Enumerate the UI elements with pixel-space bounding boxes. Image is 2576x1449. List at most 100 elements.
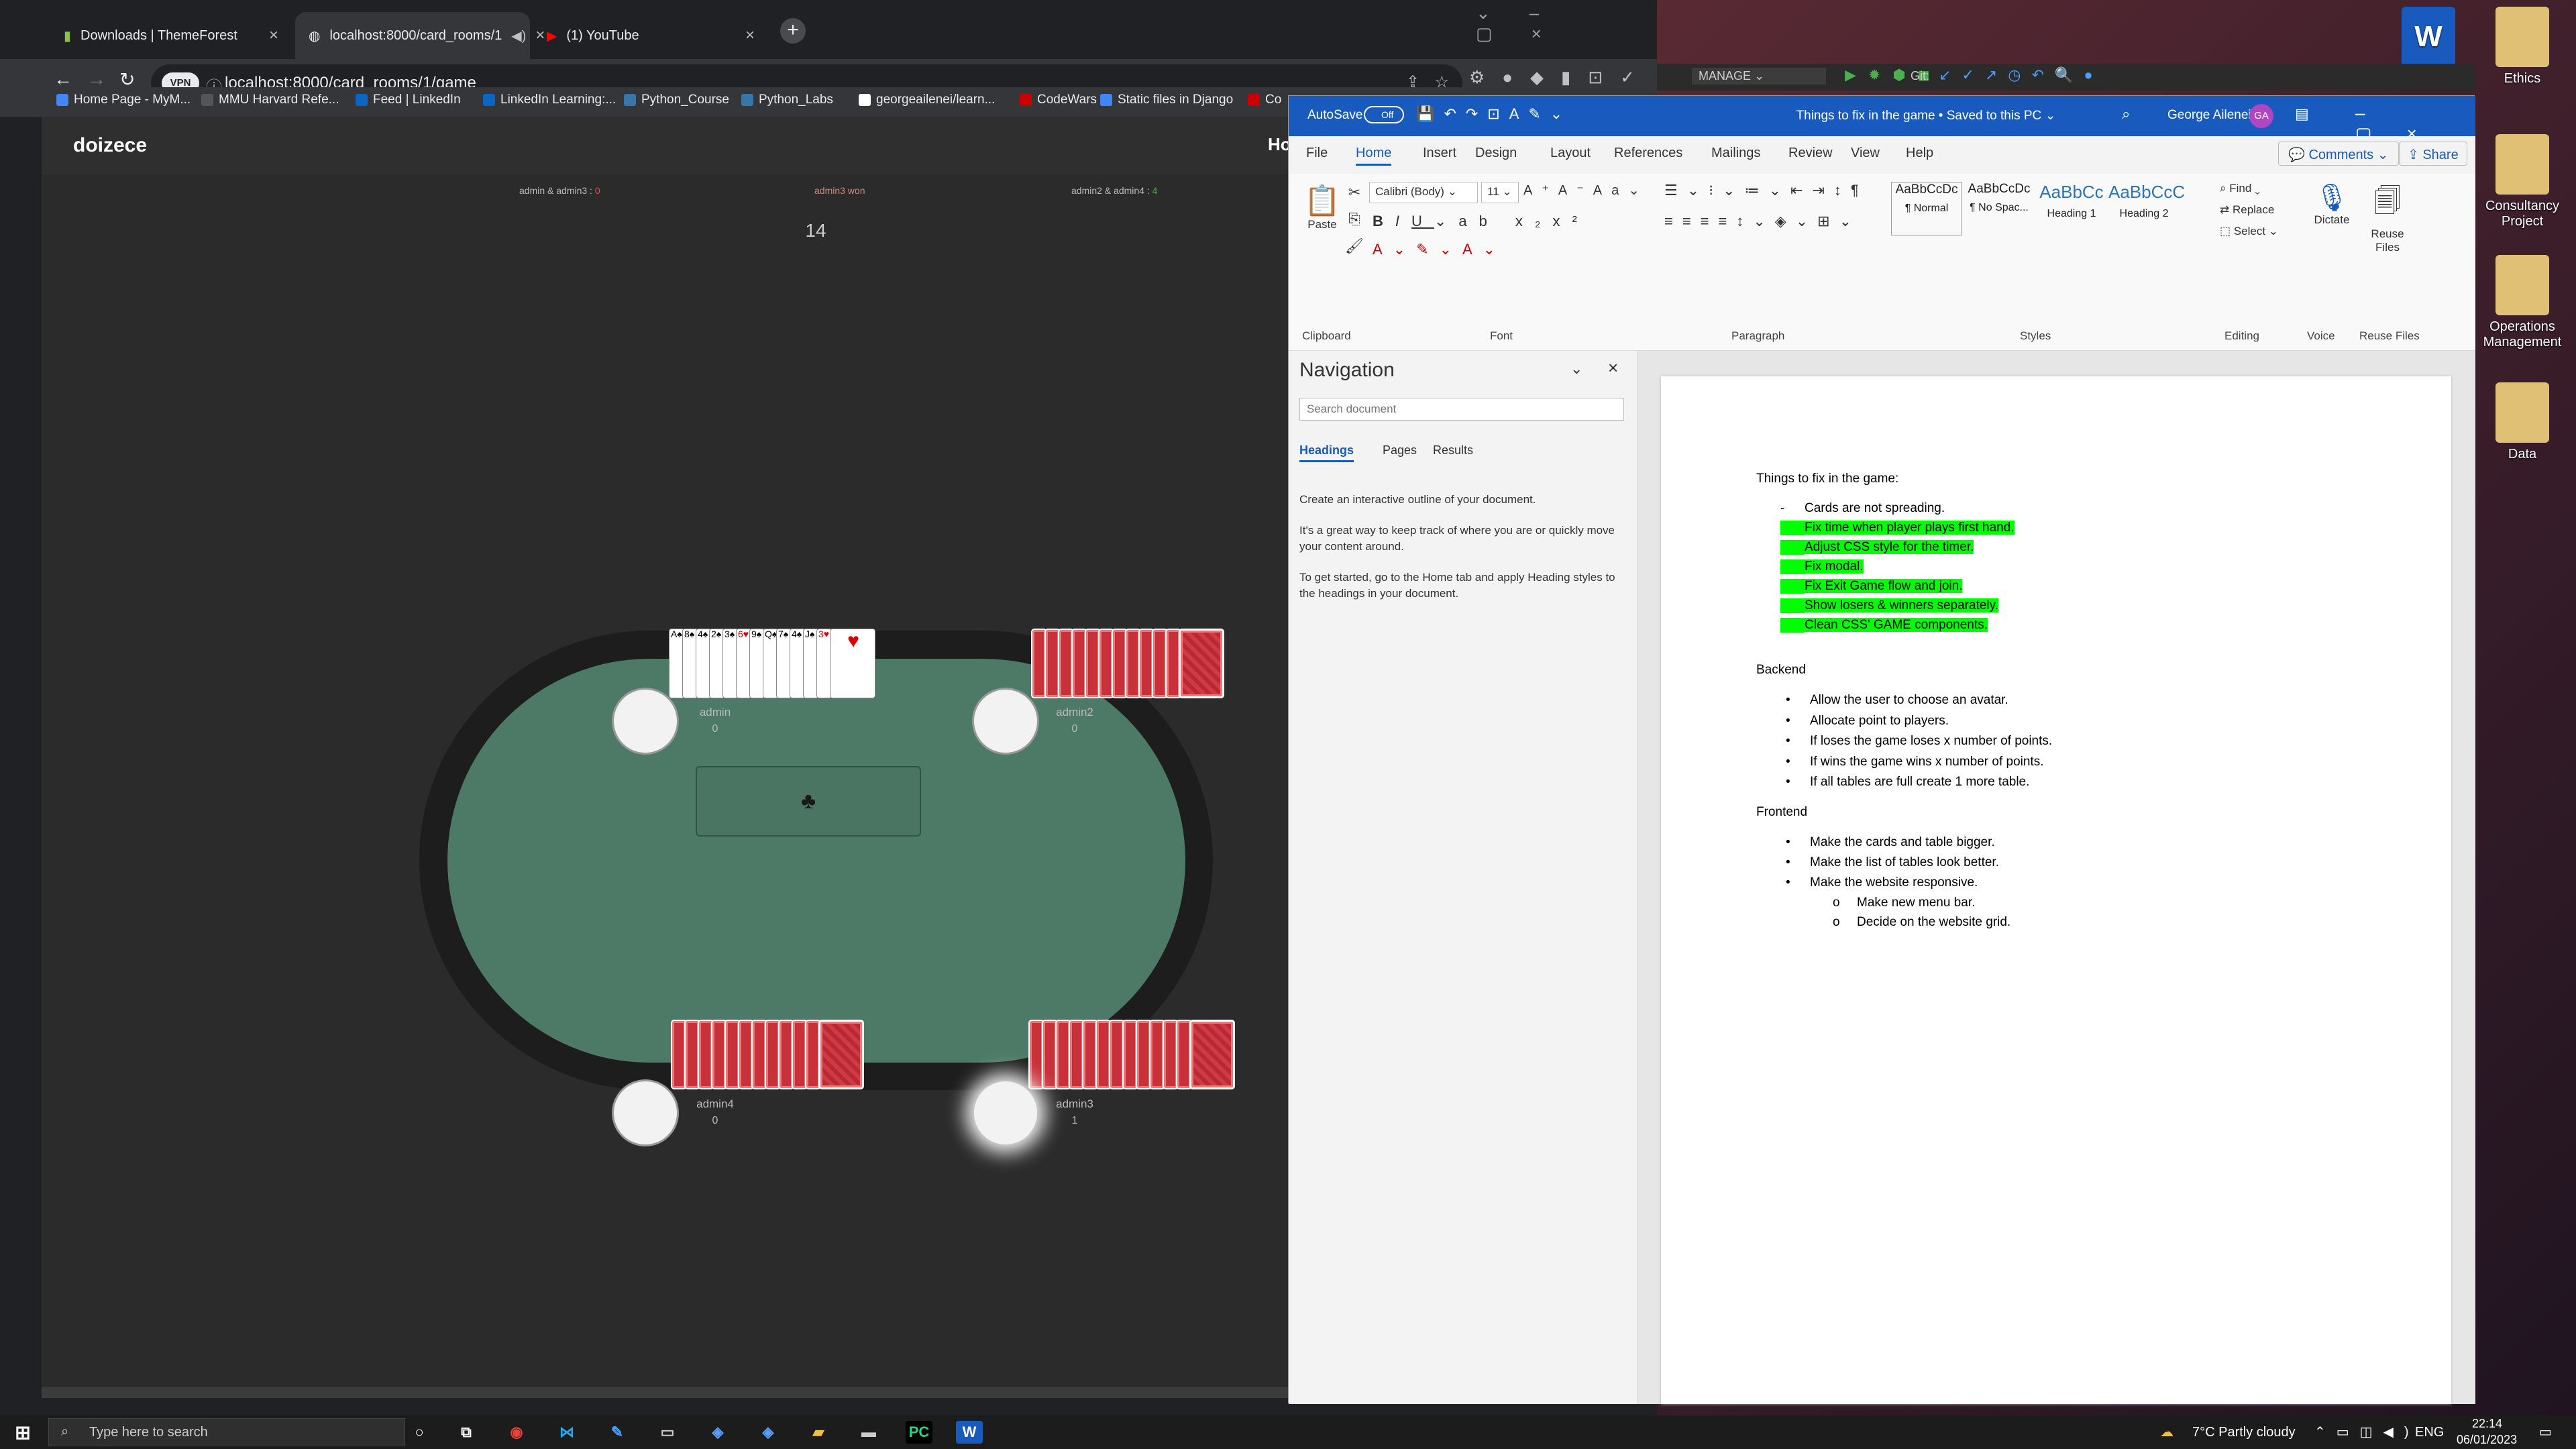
bookmark-item[interactable]: Python_Course [624, 93, 729, 107]
bookmark-item[interactable]: Home Page - MyM... [56, 93, 191, 107]
tab-game[interactable]: ◍ localhost:8000/card_rooms/1 ◀) × [295, 12, 545, 59]
close-icon[interactable]: × [269, 26, 278, 45]
font-size-buttons[interactable]: A⁺A⁻Aa⌄ [1523, 182, 1649, 199]
clock-time[interactable]: 22:14 [2472, 1417, 2502, 1431]
cortana-icon[interactable]: ○ [406, 1421, 433, 1444]
dictate-button[interactable]: 🎙 Dictate [2308, 182, 2355, 227]
nav-tab-results[interactable]: Results [1433, 443, 1473, 458]
share-button[interactable]: ⇪ Share [2399, 142, 2467, 166]
desktop-icon[interactable]: Operations Management [2472, 255, 2573, 350]
select-button[interactable]: ⬚ Select ⌄ [2220, 225, 2278, 238]
font-size-select[interactable]: 11 ⌄ [1481, 182, 1519, 203]
nav-close-icon[interactable]: × [1608, 358, 1618, 378]
nav-tab-pages[interactable]: Pages [1383, 443, 1417, 458]
align-buttons[interactable]: ≡≡≡≡↕⌄◈⌄⊞⌄ [1664, 213, 1861, 230]
comments-button[interactable]: 💬 Comments ⌄ [2278, 142, 2399, 166]
extension-icons[interactable]: ⚙●◆▮⊡✓⋮ [1469, 67, 1687, 88]
search-icon[interactable]: ⌕ [2122, 105, 2130, 123]
windows-start-icon[interactable]: ⊞ [9, 1421, 36, 1444]
font-family-select[interactable]: Calibri (Body) ⌄ [1369, 182, 1478, 203]
style-option[interactable]: AaBbCcDc ¶ Normal [1891, 182, 1962, 235]
ribbon-tab-review[interactable]: Review [1788, 146, 1833, 161]
horizontal-scrollbar[interactable] [42, 1387, 1288, 1398]
style-option[interactable]: AaBbCcC Heading 2 [2108, 182, 2185, 235]
mute-icon[interactable]: ◀) [511, 28, 526, 44]
bookmark-item[interactable]: MMU Harvard Refe... [201, 93, 339, 107]
desktop-icon-label: Consultancy Project [2485, 199, 2560, 229]
language-indicator[interactable]: ENG [2415, 1425, 2444, 1440]
desktop-icon[interactable]: Ethics [2472, 7, 2573, 87]
document-page[interactable]: Things to fix in the game: - Cards are no… [1661, 376, 2451, 1404]
font-format-buttons[interactable]: BIU⌄ab x₂x² [1373, 213, 1589, 230]
tab-themeforest[interactable]: ▮ Downloads | ThemeForest × [50, 12, 292, 59]
format-painter-icon[interactable]: 🖌 [1342, 234, 1366, 258]
cut-icon[interactable]: ✂ [1342, 180, 1366, 205]
document-text: Cards are not spreading. [1805, 501, 1945, 515]
pycharm-icon[interactable]: PC [906, 1421, 932, 1444]
center-play-area[interactable]: ♣ [696, 766, 921, 837]
style-option[interactable]: AaBbCc Heading 1 [2036, 182, 2107, 235]
quick-access-icons[interactable]: 💾↶↷⊡A✎⌄ [1416, 105, 1572, 123]
nav-tab-headings[interactable]: Headings [1299, 443, 1354, 462]
nav-options-icon[interactable]: ⌄ [1570, 360, 1582, 378]
weather-icon[interactable]: ☁ [2160, 1424, 2174, 1440]
user-avatar[interactable]: GA [2249, 104, 2273, 128]
tab-youtube[interactable]: ▶ (1) YouTube × [533, 12, 768, 59]
ribbon-tab-mailings[interactable]: Mailings [1711, 146, 1760, 161]
new-tab-button[interactable]: + [780, 18, 806, 44]
nav-home-link[interactable]: Ho [1268, 134, 1288, 155]
nav-search-input[interactable] [1299, 398, 1624, 421]
app-icon-3[interactable]: ◈ [755, 1421, 782, 1444]
ribbon-tab-help[interactable]: Help [1906, 146, 1933, 161]
user-name[interactable]: George Ailenei [2167, 108, 2251, 123]
clock-date[interactable]: 06/01/2023 [2457, 1433, 2517, 1447]
ide-git-icons[interactable]: ↙✓↗◷↶🔍● [1939, 66, 2104, 84]
bookmark-item[interactable]: georgeailenei/learn... [859, 93, 995, 107]
ribbon-tab-insert[interactable]: Insert [1423, 146, 1456, 161]
close-icon[interactable]: × [745, 26, 755, 45]
list-buttons[interactable]: ☰⌄⁝⌄≔⌄⇤⇥↕¶ [1664, 182, 1868, 199]
chrome-icon[interactable]: ◉ [503, 1421, 530, 1444]
ribbon-tab-home[interactable]: Home [1356, 146, 1392, 166]
reuse-files-button[interactable]: 🗐 Reuse Files [2361, 182, 2414, 254]
admin-hand[interactable]: A♠ 8♠ 4♠ 2♠ 3♠ 6♥ 9♠ Q♠ 7♠ 4♠ J♠ 3♥ ♥ [669, 629, 875, 701]
bookmark-item[interactable]: CodeWars [1020, 93, 1097, 107]
app-icon-1[interactable]: ✎ [604, 1421, 631, 1444]
playing-card[interactable]: ♥ [830, 629, 875, 698]
style-option[interactable]: AaBbCcDc ¶ No Spac... [1964, 182, 2035, 235]
bookmark-item[interactable]: Feed | LinkedIn [356, 93, 461, 107]
notifications-icon[interactable]: ▭ [2539, 1424, 2552, 1440]
font-color-buttons[interactable]: A⌄✎⌄A⌄ [1373, 241, 1506, 258]
desktop-icon[interactable]: Consultancy Project [2472, 134, 2573, 229]
cmd-icon[interactable]: ▬ [855, 1421, 882, 1444]
ribbon-display-icon[interactable]: ▤ [2295, 105, 2309, 123]
window-controls[interactable]: ⌄–▢× [1476, 3, 1657, 44]
file-explorer-icon[interactable]: ▰ [805, 1421, 832, 1444]
replace-button[interactable]: ⇄ Replace [2220, 203, 2274, 217]
ribbon-tab-layout[interactable]: Layout [1550, 146, 1591, 161]
ribbon-tab-references[interactable]: References [1614, 146, 1682, 161]
paste-button[interactable]: 📋 Paste [1302, 183, 1342, 231]
bookmark-item[interactable]: Co [1248, 93, 1281, 107]
ide-config-select[interactable]: MANAGE ⌄ [1692, 68, 1826, 85]
vscode-icon[interactable]: ⋈ [553, 1421, 580, 1444]
task-view-icon[interactable]: ⧉ [453, 1421, 480, 1444]
ribbon-tab-design[interactable]: Design [1475, 146, 1517, 161]
bookmark-item[interactable]: Static files in Django [1100, 93, 1233, 107]
bookmark-item[interactable]: LinkedIn Learning:... [483, 93, 616, 107]
app-icon-2[interactable]: ◈ [704, 1421, 731, 1444]
ribbon-tab-file[interactable]: File [1306, 146, 1328, 161]
desktop-icon[interactable]: Data [2472, 382, 2573, 462]
word-taskbar-icon[interactable]: W [956, 1421, 983, 1444]
bookmark-item[interactable]: Python_Labs [741, 93, 833, 107]
copy-icon[interactable]: ⎘ [1342, 207, 1366, 231]
ribbon-tab-view[interactable]: View [1851, 146, 1880, 161]
autosave-toggle[interactable]: Off [1364, 106, 1404, 123]
brand-logo[interactable]: doizece [73, 134, 147, 157]
tray-icons[interactable]: ⌃▭◫◀) [2314, 1424, 2420, 1440]
document-title[interactable]: Things to fix in the game • Saved to thi… [1758, 108, 2094, 123]
find-button[interactable]: ⌕ Find ⌄ [2220, 182, 2260, 195]
terminal-icon[interactable]: ▭ [654, 1421, 681, 1444]
weather-text[interactable]: 7°C Partly cloudy [2192, 1425, 2296, 1440]
taskbar-search[interactable]: ⌕ Type here to search [48, 1418, 405, 1446]
